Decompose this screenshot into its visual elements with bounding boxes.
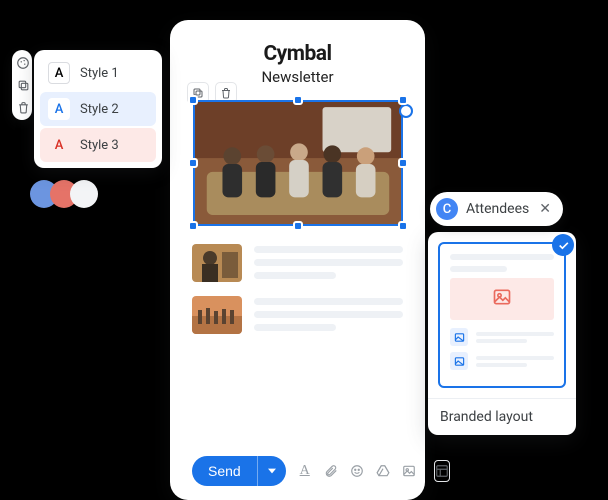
placeholder-lines [254, 296, 403, 331]
compose-toolbar: Send A [192, 446, 403, 486]
drive-icon[interactable] [374, 462, 392, 480]
resize-handle-tm[interactable] [293, 95, 303, 105]
chip-label: Attendees [466, 201, 529, 217]
layout-icon[interactable] [434, 460, 450, 482]
avatar: C [436, 198, 458, 220]
layout-preview-hero [450, 278, 554, 320]
hero-image[interactable] [193, 100, 403, 226]
image-icon [492, 287, 512, 312]
attach-icon[interactable] [322, 462, 340, 480]
resize-handle-tl[interactable] [188, 95, 198, 105]
style-swatch-red: A [48, 134, 70, 156]
palette-icon[interactable] [15, 55, 31, 71]
style-swatch-blue: A [48, 98, 70, 120]
send-options-caret[interactable] [257, 456, 286, 486]
palette-dots [30, 180, 98, 208]
thumbnail-image [192, 244, 242, 282]
style-swatch-default: A [48, 62, 70, 84]
image-icon[interactable] [400, 462, 418, 480]
resize-handle-bl[interactable] [188, 221, 198, 231]
layout-template-label: Branded layout [428, 398, 576, 435]
close-icon[interactable]: ✕ [537, 201, 553, 217]
style-picker-panel: A Style 1 A Style 2 A Style 3 [34, 50, 162, 168]
brand-title: Cymbal [192, 42, 403, 66]
style-option-2[interactable]: A Style 2 [40, 92, 156, 126]
image-icon [450, 328, 468, 346]
style-option-1[interactable]: A Style 1 [40, 56, 156, 90]
resize-handle-mr[interactable] [398, 158, 408, 168]
check-icon [552, 234, 574, 256]
selected-image-frame[interactable] [193, 100, 403, 226]
resize-handle-br[interactable] [398, 221, 408, 231]
copy-icon[interactable] [15, 77, 31, 93]
content-rows [192, 244, 403, 334]
style-label: Style 1 [80, 66, 119, 81]
resize-handle-ml[interactable] [188, 158, 198, 168]
style-option-3[interactable]: A Style 3 [40, 128, 156, 162]
side-tool-strip [12, 50, 32, 120]
image-icon [450, 352, 468, 370]
resize-handle-bm[interactable] [293, 221, 303, 231]
list-item[interactable] [192, 244, 403, 282]
send-split-button: Send [192, 456, 286, 486]
list-item[interactable] [192, 296, 403, 334]
palette-color-3[interactable] [70, 180, 98, 208]
format-icon[interactable]: A [296, 462, 314, 480]
thumbnail-image [192, 296, 242, 334]
emoji-icon[interactable] [348, 462, 366, 480]
placeholder-lines [254, 244, 403, 279]
style-label: Style 3 [80, 138, 119, 153]
layout-template-card[interactable]: Branded layout [428, 232, 576, 435]
resize-handle-tr[interactable] [398, 95, 408, 105]
send-button[interactable]: Send [192, 456, 257, 486]
recipient-chip[interactable]: C Attendees ✕ [430, 192, 563, 226]
style-label: Style 2 [80, 102, 119, 117]
trash-icon[interactable] [15, 99, 31, 115]
layout-preview [438, 242, 566, 388]
newsletter-editor: Cymbal Newsletter [170, 20, 425, 500]
rotate-handle[interactable] [399, 104, 413, 118]
